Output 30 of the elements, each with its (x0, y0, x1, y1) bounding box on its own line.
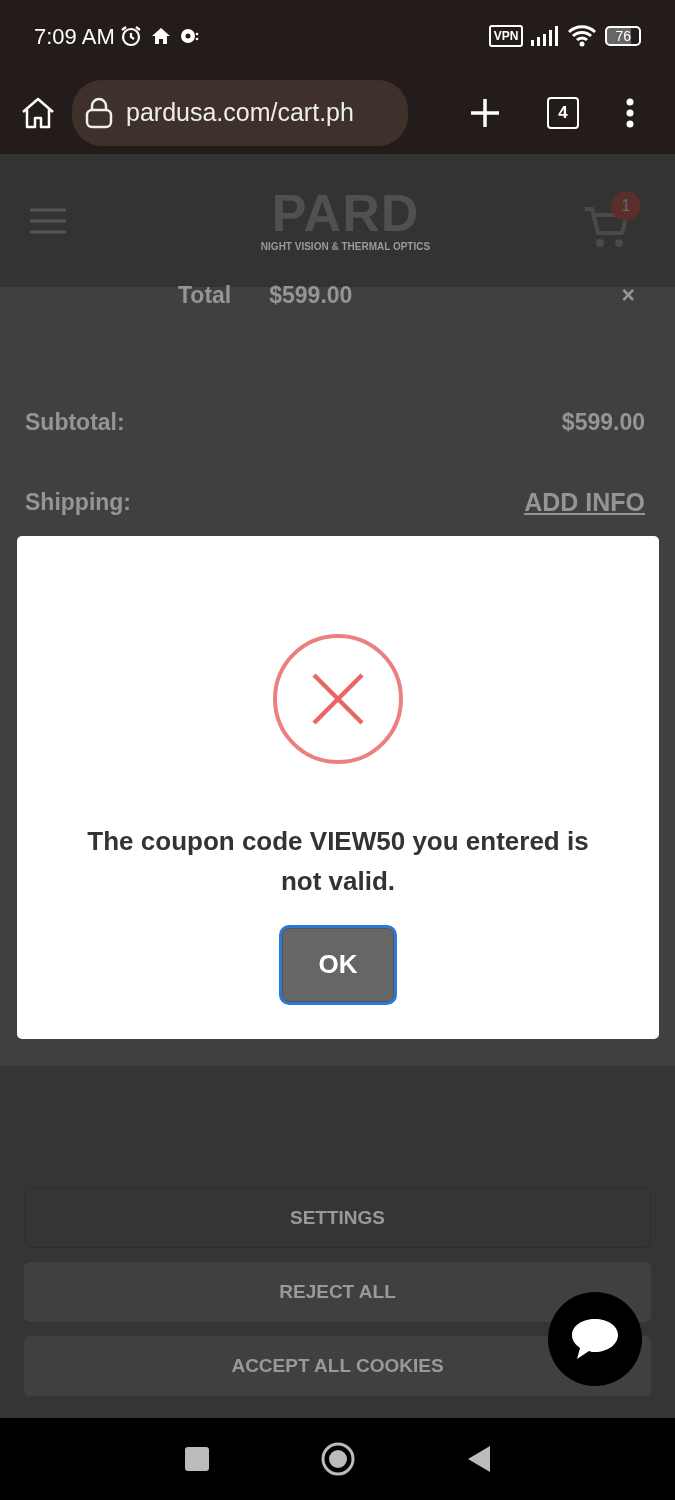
tab-count-button[interactable]: 4 (547, 97, 579, 129)
lock-icon (84, 97, 114, 129)
remove-button[interactable]: × (621, 277, 635, 313)
battery-indicator: 76 (605, 26, 641, 46)
clock-text: 7:09 AM (34, 22, 115, 51)
home-icon (150, 26, 171, 46)
notification-icon (178, 26, 199, 46)
error-message: The coupon code VIEW50 you entered is not valid. (86, 825, 590, 899)
total-value: $599.00 (269, 280, 353, 310)
total-label: Total (178, 280, 232, 310)
cookie-button[interactable]: SETTINGS (24, 1188, 651, 1248)
tagline: NIGHT VISION & THERMAL OPTICS (260, 240, 431, 254)
address-bar[interactable]: pardusa.com/cart.ph (72, 80, 408, 146)
cart-count-badge: 1 (611, 190, 641, 221)
add-info-link[interactable]: ADD INFO (524, 483, 645, 521)
shipping-label: Shipping: (25, 488, 132, 517)
ok-button[interactable]: OK (282, 927, 394, 1002)
more-icon[interactable] (625, 98, 635, 128)
subtotal-value: $599.00 (561, 408, 645, 437)
speech-bubble-icon (570, 1316, 620, 1362)
wifi-icon (567, 24, 598, 48)
signal-icon (531, 26, 560, 46)
vpn-indicator: VPN (488, 25, 524, 47)
subtotal-label: Subtotal: (25, 408, 125, 437)
square-icon[interactable] (183, 1446, 210, 1472)
cookie-button[interactable]: REJECT ALL (24, 1262, 651, 1322)
circle-icon[interactable] (319, 1441, 356, 1477)
error-icon (272, 633, 404, 765)
plus-icon[interactable] (469, 97, 501, 129)
cookie-button[interactable]: ACCEPT ALL COOKIES (24, 1336, 651, 1396)
